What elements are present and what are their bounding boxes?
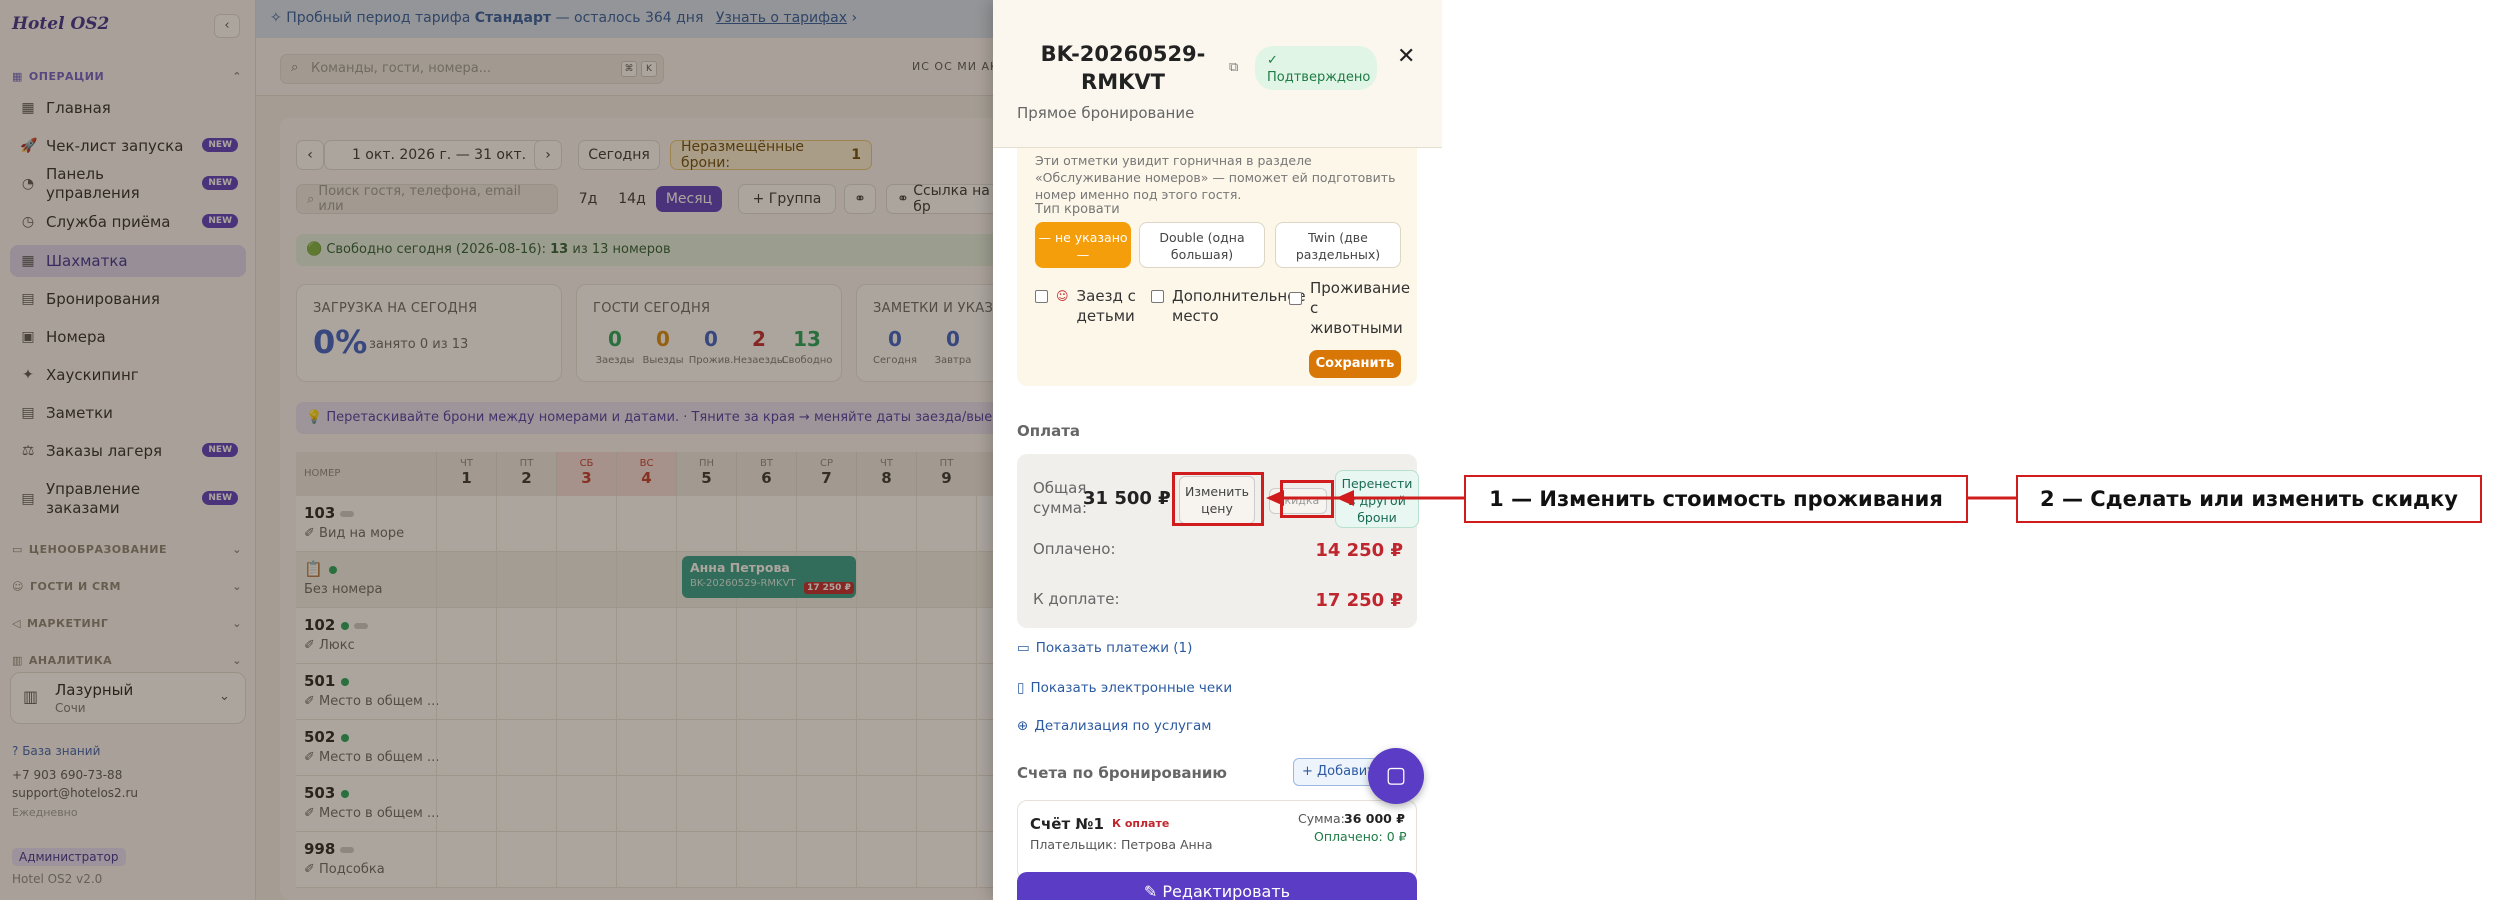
annotation-change-price: 1 — Изменить стоимость проживания bbox=[1464, 475, 1968, 523]
annotation-discount: 2 — Сделать или изменить скидку bbox=[2016, 475, 2482, 523]
annotation-arrows bbox=[1266, 490, 2016, 506]
arrowhead-discount bbox=[1336, 490, 1354, 506]
arrowhead-change-price bbox=[1266, 490, 1284, 506]
